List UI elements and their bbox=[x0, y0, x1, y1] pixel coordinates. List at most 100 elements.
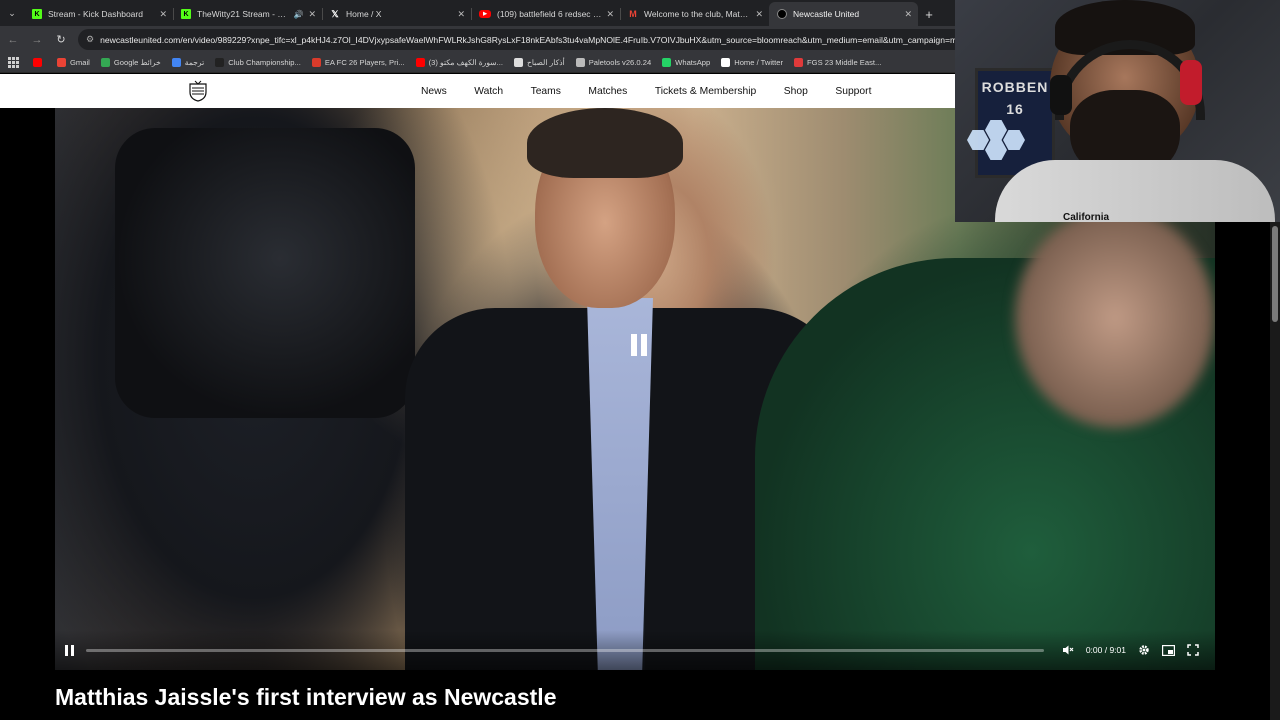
picture-in-picture-icon[interactable] bbox=[1162, 644, 1175, 656]
nav-link-matches[interactable]: Matches bbox=[588, 86, 627, 97]
nav-link-news[interactable]: News bbox=[421, 86, 447, 97]
apps-grid-icon[interactable] bbox=[8, 57, 19, 68]
new-tab-button[interactable]: + bbox=[918, 2, 940, 26]
gmail-icon: M bbox=[629, 9, 637, 19]
bookmark-item[interactable]: EA FC 26 Players, Pri... bbox=[311, 58, 405, 67]
tab-close-icon[interactable]: ✕ bbox=[159, 9, 167, 20]
main-nav: News Watch Teams Matches Tickets & Membershi… bbox=[421, 74, 899, 108]
bookmark-label: WhatsApp bbox=[675, 58, 711, 67]
nav-link-shop[interactable]: Shop bbox=[784, 86, 808, 97]
fgs-icon bbox=[794, 58, 804, 67]
tab-title: (109) battlefield 6 redsec how t bbox=[497, 9, 601, 19]
tab-close-icon[interactable]: ✕ bbox=[308, 9, 316, 20]
tab-search-button[interactable]: ⌄ bbox=[0, 0, 24, 26]
site-info-icon[interactable]: ⚙ bbox=[86, 34, 94, 45]
headset-cup-left bbox=[1050, 75, 1072, 115]
bookmark-item[interactable]: أذكار الصباح bbox=[513, 58, 565, 67]
bookmark-item[interactable]: Google خرائط bbox=[100, 58, 161, 67]
bookmark-item[interactable]: Home / Twitter bbox=[721, 58, 783, 67]
gmail-icon bbox=[57, 58, 66, 67]
browser-tab[interactable]: ▶ (109) battlefield 6 redsec how t ✕ bbox=[471, 2, 620, 26]
ea-icon bbox=[215, 58, 225, 67]
bookmark-label: أذكار الصباح bbox=[526, 58, 565, 67]
tab-close-icon[interactable]: ✕ bbox=[904, 9, 912, 20]
bookmark-item[interactable]: Gmail bbox=[57, 58, 90, 67]
back-button[interactable]: ← bbox=[2, 29, 24, 51]
bookmark-item[interactable]: (3) سورة الكهف مكتو... bbox=[415, 58, 503, 67]
bookmark-icon bbox=[513, 58, 523, 67]
youtube-icon bbox=[33, 58, 42, 67]
center-pause-icon[interactable] bbox=[624, 330, 654, 360]
bookmark-list: Gmail Google خرائط ترجمة Club Championship.… bbox=[33, 58, 892, 67]
browser-tab[interactable]: 𝕏 Home / X ✕ bbox=[322, 2, 471, 26]
bookmark-item[interactable]: ترجمة bbox=[171, 58, 205, 67]
whatsapp-icon bbox=[662, 58, 672, 67]
browser-tab[interactable]: M Welcome to the club, Matthias ✕ bbox=[620, 2, 769, 26]
browser-tab[interactable]: K TheWitty21 Stream - Watch🔊 ✕ bbox=[173, 2, 322, 26]
headset-cup-right bbox=[1180, 60, 1202, 105]
video-controls: 0:00 / 9:01 bbox=[55, 630, 1215, 670]
site-header: News Watch Teams Matches Tickets & Membershi… bbox=[0, 74, 955, 108]
bookmark-label: Club Championship... bbox=[228, 58, 301, 67]
nufc-icon bbox=[777, 9, 787, 19]
camera-silhouette bbox=[115, 128, 415, 418]
tab-list: K Stream - Kick Dashboard ✕ K TheWitty21 Str… bbox=[24, 0, 918, 26]
bookmark-label: EA FC 26 Players, Pri... bbox=[324, 58, 405, 67]
nav-link-watch[interactable]: Watch bbox=[474, 86, 503, 97]
pause-icon[interactable] bbox=[65, 644, 74, 656]
time-display: 0:00 / 9:01 bbox=[1085, 645, 1126, 655]
bookmark-item[interactable] bbox=[33, 58, 46, 67]
maps-icon bbox=[100, 58, 110, 67]
youtube-icon bbox=[415, 58, 425, 67]
bookmark-label: ترجمة bbox=[184, 58, 205, 67]
x-icon bbox=[721, 58, 731, 67]
newcastle-crest-icon[interactable] bbox=[186, 80, 210, 102]
bookmark-label: (3) سورة الكهف مكتو... bbox=[428, 58, 503, 67]
address-bar[interactable]: ⚙ newcastleunited.com/en/video/989229?xn… bbox=[78, 29, 955, 50]
fullscreen-icon[interactable] bbox=[1187, 644, 1199, 656]
nav-link-tickets-membership[interactable]: Tickets & Membership bbox=[655, 86, 756, 97]
futbin-icon bbox=[311, 58, 321, 67]
tab-title: Welcome to the club, Matthias bbox=[644, 9, 751, 19]
bookmark-label: Google خرائط bbox=[113, 58, 161, 67]
tab-strip: ⌄ K Stream - Kick Dashboard ✕ K TheWitty21 S… bbox=[0, 0, 955, 26]
bookmark-label: FGS 23 Middle East... bbox=[807, 58, 882, 67]
streamer-shirt bbox=[995, 160, 1275, 222]
bookmark-item[interactable]: FGS 23 Middle East... bbox=[794, 58, 881, 67]
mute-icon[interactable] bbox=[1062, 644, 1074, 656]
nav-link-support[interactable]: Support bbox=[835, 86, 871, 97]
bookmark-item[interactable]: Club Championship... bbox=[215, 58, 301, 67]
youtube-icon: ▶ bbox=[479, 10, 491, 18]
forward-button[interactable]: → bbox=[26, 29, 48, 51]
nav-link-teams[interactable]: Teams bbox=[531, 86, 561, 97]
bookmark-label: Home / Twitter bbox=[734, 58, 784, 67]
tab-title: Home / X bbox=[346, 9, 382, 19]
video-title: Matthias Jaissle's first interview as Ne… bbox=[55, 684, 557, 710]
url-text: newcastleunited.com/en/video/989229?xnpe… bbox=[100, 34, 955, 45]
settings-gear-icon[interactable] bbox=[1138, 644, 1150, 656]
scrollbar-thumb[interactable] bbox=[1272, 226, 1278, 322]
translate-icon bbox=[171, 58, 181, 67]
tab-title: Newcastle United bbox=[793, 9, 860, 19]
tab-close-icon[interactable]: ✕ bbox=[457, 9, 465, 20]
streamer-webcam: ROBBEN 16 California bbox=[955, 0, 1280, 222]
kick-icon: K bbox=[32, 9, 42, 19]
video-subject-hair bbox=[527, 108, 683, 178]
shirt-text: California bbox=[1063, 212, 1110, 222]
interviewer-head bbox=[1015, 208, 1215, 428]
tab-audio-icon[interactable]: 🔊 bbox=[293, 10, 303, 19]
progress-bar[interactable] bbox=[86, 648, 1044, 652]
tab-close-icon[interactable]: ✕ bbox=[606, 9, 614, 20]
bookmark-item[interactable]: Paletools v26.0.24 bbox=[575, 58, 652, 67]
bookmark-item[interactable]: WhatsApp bbox=[662, 58, 710, 67]
bookmark-label: Gmail bbox=[70, 58, 90, 67]
browser-tab[interactable]: K Stream - Kick Dashboard ✕ bbox=[24, 2, 173, 26]
kick-icon: K bbox=[181, 9, 191, 19]
tab-title: TheWitty21 Stream - Watch bbox=[197, 9, 290, 19]
browser-toolbar: ← → ↻ ⚙ newcastleunited.com/en/video/989… bbox=[0, 26, 955, 53]
browser-tab[interactable]: Newcastle United ✕ bbox=[769, 2, 918, 26]
reload-button[interactable]: ↻ bbox=[50, 29, 72, 51]
tab-close-icon[interactable]: ✕ bbox=[755, 9, 763, 20]
bookmarks-bar: Gmail Google خرائط ترجمة Club Championship.… bbox=[0, 53, 955, 73]
bookmark-label: Paletools v26.0.24 bbox=[588, 58, 652, 67]
